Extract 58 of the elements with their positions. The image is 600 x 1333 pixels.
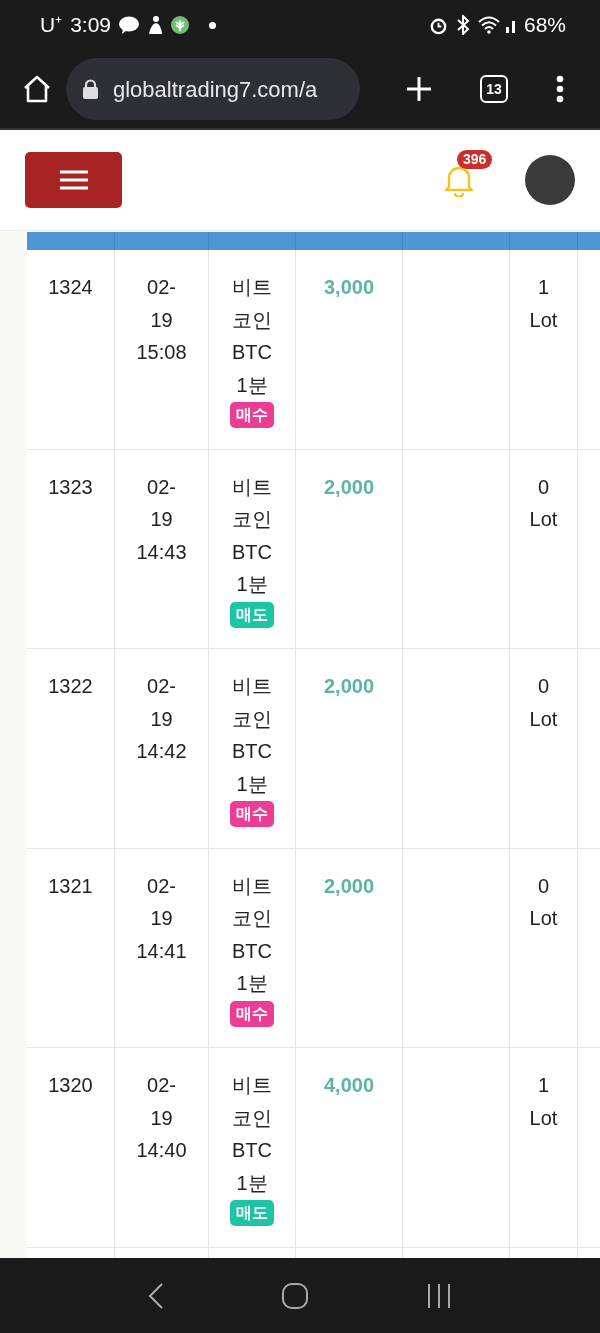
amount-text: 2,000 [323, 474, 375, 500]
amount-text: 4,000 [323, 1073, 375, 1098]
avatar[interactable] [525, 155, 575, 205]
more-icon[interactable] [556, 75, 564, 103]
home-icon[interactable] [22, 74, 52, 104]
date-text: 02-19 [146, 1073, 177, 1131]
wifi-icon [477, 16, 500, 34]
tab-count-button[interactable]: 13 [480, 75, 508, 103]
coin-text: 비트코인 BTC 1분 [231, 1073, 273, 1196]
time-text: 14:40 [136, 1138, 187, 1163]
date-text: 02-19 [146, 873, 177, 931]
leaf-icon [171, 16, 190, 34]
figure-icon [147, 16, 164, 34]
lot-text: 0 Lot [528, 474, 559, 532]
notification-badge: 396 [457, 150, 493, 169]
side-badge: 매도 [230, 1200, 274, 1226]
carrier-text: U⁺ [40, 12, 63, 39]
time-text: 14:43 [136, 539, 187, 565]
address-bar[interactable]: globaltrading7.com/a [66, 58, 360, 120]
id-text: 1323 [48, 474, 93, 500]
back-icon[interactable] [148, 1282, 165, 1309]
time-text: 15:08 [136, 340, 187, 365]
coin-text: 비트코인 BTC 1분 [231, 674, 273, 797]
menu-button[interactable] [25, 152, 122, 208]
id-text: 1324 [48, 275, 93, 300]
side-badge: 매수 [230, 1000, 274, 1027]
side-badge: 매수 [230, 402, 274, 428]
id-text: 1322 [48, 674, 93, 699]
date-text: 02-19 [146, 674, 177, 732]
plus-icon[interactable] [406, 76, 432, 102]
time-text: 14:41 [136, 938, 187, 964]
amount-text: 3,000 [323, 275, 375, 300]
coin-text: 비트코인 BTC 1분 [231, 474, 273, 597]
lot-text: 0 Lot [528, 674, 559, 732]
home-nav-icon[interactable] [281, 1281, 309, 1310]
time-text: 14:42 [136, 739, 187, 764]
date-text: 02-19 [146, 474, 177, 532]
coin-text: 비트코인 BTC 1분 [231, 873, 273, 996]
bluetooth-icon [455, 15, 470, 35]
amount-text: 2,000 [323, 674, 375, 699]
recents-icon[interactable] [425, 1282, 452, 1309]
dot-icon [209, 21, 217, 29]
side-badge: 매도 [230, 601, 274, 628]
id-text: 1320 [48, 1073, 93, 1098]
battery-text: 68% [523, 12, 566, 39]
clock-text: 3:09 [70, 12, 112, 39]
url-text: globaltrading7.com/a [113, 75, 318, 104]
side-badge: 매수 [230, 801, 274, 827]
lock-icon [82, 79, 99, 99]
menu-icon [58, 170, 89, 190]
chat-bubble-icon [119, 16, 140, 34]
lot-text: 0 Lot [528, 873, 559, 931]
lot-text: 1 Lot [528, 1073, 559, 1131]
date-text: 02-19 [146, 275, 177, 333]
amount-text: 2,000 [323, 873, 375, 899]
coin-text: 비트코인 BTC 1분 [231, 275, 273, 398]
id-text: 1321 [48, 873, 93, 899]
lot-text: 1 Lot [528, 275, 559, 333]
